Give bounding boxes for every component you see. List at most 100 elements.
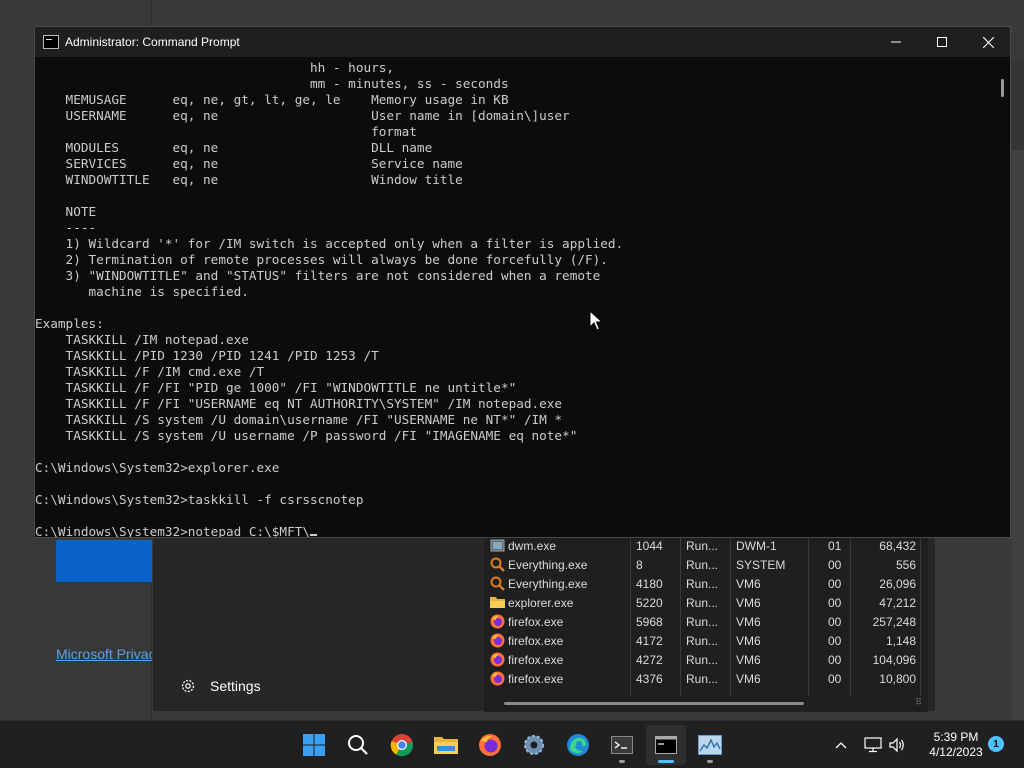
process-pid: 4376 — [636, 671, 663, 686]
process-memory: 556 — [895, 557, 916, 572]
resize-grip-icon[interactable]: ⠿ — [915, 697, 922, 708]
process-user: VM6 — [736, 576, 761, 591]
process-user: DWM-1 — [736, 538, 777, 553]
show-hidden-icons-button[interactable] — [830, 721, 852, 768]
process-name: dwm.exe — [508, 538, 557, 553]
task-manager-icon — [698, 735, 722, 755]
maximize-button[interactable] — [919, 27, 965, 57]
speaker-icon — [889, 737, 904, 753]
chevron-up-icon — [835, 742, 847, 749]
volume-button[interactable] — [886, 721, 908, 768]
gear-icon — [181, 679, 195, 693]
firefox-icon — [479, 734, 501, 756]
console-output[interactable]: hh - hours, mm - minutes, ss - seconds M… — [35, 57, 995, 537]
process-name: firefox.exe — [508, 633, 564, 648]
clock-date: 4/12/2023 — [929, 745, 983, 759]
title-bar[interactable]: Administrator: Command Prompt — [35, 27, 1010, 57]
gear-icon — [524, 735, 544, 755]
vertical-scrollbar[interactable] — [1001, 79, 1004, 97]
active-indicator — [658, 760, 674, 763]
process-name: Everything.exe — [508, 557, 588, 572]
process-cpu: 00 — [828, 557, 842, 572]
process-row[interactable]: dwm.exe 1044 Run... DWM-1 01 68,432 — [484, 536, 928, 555]
minimize-button[interactable] — [873, 27, 919, 57]
start-button[interactable] — [294, 725, 334, 765]
terminal-icon — [611, 736, 633, 754]
search-button[interactable] — [338, 725, 378, 765]
network-button[interactable] — [862, 721, 884, 768]
process-status: Run... — [686, 595, 719, 610]
process-user: VM6 — [736, 652, 761, 667]
process-name: firefox.exe — [508, 614, 564, 629]
dwm-icon — [490, 538, 505, 553]
process-user: SYSTEM — [736, 557, 786, 572]
background-window-edge — [1012, 60, 1024, 160]
terminal-button[interactable] — [602, 725, 642, 765]
process-pid: 8 — [636, 557, 643, 572]
process-memory: 104,096 — [872, 652, 916, 667]
firefox-icon — [490, 614, 505, 629]
process-row[interactable]: firefox.exe 4272 Run... VM6 00 104,096 — [484, 650, 928, 669]
horizontal-scrollbar[interactable] — [504, 702, 804, 705]
process-row[interactable]: Everything.exe 4180 Run... VM6 00 26,096 — [484, 574, 928, 593]
process-pid: 4272 — [636, 652, 663, 667]
command-prompt-button[interactable] — [646, 725, 686, 765]
window-title: Administrator: Command Prompt — [65, 35, 240, 49]
text-cursor — [310, 534, 317, 536]
close-icon — [982, 36, 994, 48]
chrome-button[interactable] — [382, 725, 422, 765]
process-user: VM6 — [736, 614, 761, 629]
process-pid: 4180 — [636, 576, 663, 591]
network-icon — [864, 737, 882, 753]
firefox-icon — [490, 652, 505, 667]
process-user: VM6 — [736, 633, 761, 648]
process-memory: 10,800 — [879, 671, 916, 686]
firefox-icon — [490, 633, 505, 648]
process-status: Run... — [686, 576, 719, 591]
folder-icon — [490, 595, 505, 610]
process-cpu: 00 — [828, 595, 842, 610]
file-explorer-button[interactable] — [426, 725, 466, 765]
process-cpu: 00 — [828, 633, 842, 648]
process-user: VM6 — [736, 671, 761, 686]
process-status: Run... — [686, 557, 719, 572]
process-row[interactable]: explorer.exe 5220 Run... VM6 00 47,212 — [484, 593, 928, 612]
process-cpu: 00 — [828, 576, 842, 591]
system-clock[interactable]: 5:39 PM 4/12/2023 — [912, 730, 1000, 760]
edge-icon — [567, 734, 589, 756]
notification-badge[interactable]: 1 — [988, 736, 1004, 752]
process-name: explorer.exe — [508, 595, 574, 610]
close-button[interactable] — [965, 27, 1011, 57]
process-memory: 26,096 — [879, 576, 916, 591]
process-row[interactable]: firefox.exe 4172 Run... VM6 00 1,148 — [484, 631, 928, 650]
settings-item[interactable]: Settings — [180, 678, 261, 694]
process-pid: 1044 — [636, 538, 663, 553]
running-indicator — [707, 760, 713, 763]
cmd-icon — [655, 736, 677, 754]
process-memory: 47,212 — [879, 595, 916, 610]
process-name: firefox.exe — [508, 671, 564, 686]
process-name: firefox.exe — [508, 652, 564, 667]
clock-time: 5:39 PM — [933, 730, 979, 744]
task-manager-button[interactable] — [690, 725, 730, 765]
background-primary-button[interactable] — [56, 540, 152, 582]
process-row[interactable]: firefox.exe 5968 Run... VM6 00 257,248 — [484, 612, 928, 631]
firefox-icon — [490, 671, 505, 686]
process-cpu: 00 — [828, 671, 842, 686]
task-manager-process-list: dwm.exe 1044 Run... DWM-1 01 68,432 Everything… — [484, 536, 928, 712]
process-status: Run... — [686, 614, 719, 629]
process-row[interactable]: firefox.exe 4376 Run... VM6 00 10,800 — [484, 669, 928, 688]
settings-label: Settings — [210, 678, 261, 694]
process-user: VM6 — [736, 595, 761, 610]
process-row[interactable]: Everything.exe 8 Run... SYSTEM 00 556 — [484, 555, 928, 574]
process-memory: 1,148 — [885, 633, 916, 648]
process-name: Everything.exe — [508, 576, 588, 591]
maximize-icon — [937, 37, 947, 47]
firefox-button[interactable] — [470, 725, 510, 765]
process-memory: 257,248 — [872, 614, 916, 629]
settings-button[interactable] — [514, 725, 554, 765]
edge-button[interactable] — [558, 725, 598, 765]
privacy-link[interactable]: Microsoft Privacy — [56, 646, 152, 662]
taskbar: 5:39 PM 4/12/2023 — [0, 720, 1024, 768]
process-cpu: 01 — [828, 538, 842, 553]
